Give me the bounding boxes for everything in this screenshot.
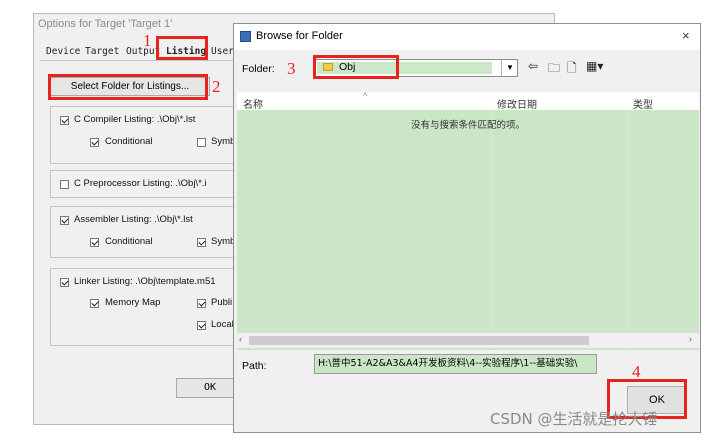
c-compiler-checkbox[interactable] bbox=[60, 116, 69, 125]
folder-list-view[interactable]: 名称 ^ 修改日期 类型 没有与搜索条件匹配的项。 bbox=[237, 91, 699, 350]
c-symbols-checkbox[interactable] bbox=[197, 138, 206, 147]
column-modified-date[interactable]: 修改日期 bbox=[497, 96, 537, 111]
column-name[interactable]: 名称 bbox=[243, 96, 263, 111]
folder-label: Folder: bbox=[242, 63, 275, 75]
asm-symbols-label: Symb bbox=[211, 236, 236, 247]
back-arrow-icon[interactable]: ⇦ bbox=[528, 59, 538, 73]
chevron-down-icon[interactable]: ▼ bbox=[501, 60, 518, 76]
local-symbols-label: Local bbox=[211, 319, 234, 330]
c-preprocessor-group: C Preprocessor Listing: .\Obj\*.i bbox=[50, 170, 236, 198]
c-compiler-group: C Compiler Listing: .\Obj\*.lst Conditio… bbox=[50, 106, 236, 164]
public-symbols-checkbox[interactable] bbox=[197, 299, 206, 308]
asm-conditional-checkbox[interactable] bbox=[90, 238, 99, 247]
empty-list-message: 没有与搜索条件匹配的项。 bbox=[410, 120, 525, 131]
c-compiler-label: C Compiler Listing: .\Obj\*.lst bbox=[74, 114, 196, 125]
scroll-right-icon[interactable]: › bbox=[689, 334, 692, 344]
browse-dialog-titlebar: Browse for Folder × bbox=[234, 24, 700, 50]
close-icon[interactable]: × bbox=[682, 28, 690, 43]
assembler-group: Assembler Listing: .\Obj\*.lst Condition… bbox=[50, 206, 236, 258]
annotation-number-2: 2 bbox=[212, 77, 221, 96]
path-label: Path: bbox=[242, 360, 267, 372]
c-symbols-label: Symb bbox=[211, 136, 236, 147]
horizontal-scrollbar[interactable]: ‹ › bbox=[237, 332, 699, 348]
annotation-number-4: 4 bbox=[632, 362, 641, 381]
column-separator bbox=[491, 110, 492, 350]
c-preprocessor-checkbox[interactable] bbox=[60, 180, 69, 189]
browse-dialog-title: Browse for Folder bbox=[256, 30, 343, 42]
local-symbols-checkbox[interactable] bbox=[197, 321, 206, 330]
options-dialog-title: Options for Target 'Target 1' bbox=[38, 18, 173, 30]
assembler-checkbox[interactable] bbox=[60, 216, 69, 225]
c-preprocessor-label: C Preprocessor Listing: .\Obj\*.i bbox=[74, 178, 207, 189]
watermark: CSDN @生活就是抡大锤 bbox=[490, 410, 658, 428]
asm-conditional-label: Conditional bbox=[105, 236, 153, 247]
annotation-box-1 bbox=[156, 36, 208, 60]
asm-symbols-checkbox[interactable] bbox=[197, 238, 206, 247]
sort-indicator-icon: ^ bbox=[363, 91, 368, 101]
annotation-number-3: 3 bbox=[287, 59, 296, 78]
linker-label: Linker Listing: .\Obj\template.m51 bbox=[74, 276, 216, 287]
tab-user[interactable]: User bbox=[211, 44, 234, 60]
up-folder-icon[interactable]: 🗀 bbox=[548, 59, 560, 80]
tab-target[interactable]: Target bbox=[85, 44, 119, 60]
scrollbar-thumb[interactable] bbox=[249, 336, 589, 345]
window-app-icon bbox=[240, 31, 251, 42]
c-conditional-checkbox[interactable] bbox=[90, 138, 99, 147]
column-separator bbox=[627, 110, 628, 350]
tab-device[interactable]: Device bbox=[46, 44, 80, 60]
memory-map-checkbox[interactable] bbox=[90, 299, 99, 308]
scroll-left-icon[interactable]: ‹ bbox=[239, 334, 242, 344]
linker-group: Linker Listing: .\Obj\template.m51 Memor… bbox=[50, 268, 236, 346]
browse-folder-dialog: Browse for Folder × Folder: Obj ▼ ⇦ 🗀 🗋 … bbox=[233, 23, 701, 433]
linker-checkbox[interactable] bbox=[60, 278, 69, 287]
new-folder-icon[interactable]: 🗋 bbox=[567, 59, 577, 80]
c-conditional-label: Conditional bbox=[105, 136, 153, 147]
public-symbols-label: Publi bbox=[211, 297, 233, 308]
assembler-label: Assembler Listing: .\Obj\*.lst bbox=[74, 214, 193, 225]
column-type[interactable]: 类型 bbox=[633, 96, 653, 111]
annotation-box-3 bbox=[313, 55, 399, 79]
annotation-box-2 bbox=[48, 74, 208, 100]
view-menu-icon[interactable]: ▦▾ bbox=[586, 59, 603, 73]
memory-map-label: Memory Map bbox=[105, 297, 161, 308]
list-header: 名称 ^ 修改日期 类型 bbox=[237, 91, 699, 111]
path-field[interactable]: H:\普中51-A2&A3&A4开发板资料\4--实验程序\1--基础实验\ bbox=[314, 354, 597, 374]
annotation-number-1: 1 bbox=[143, 31, 152, 50]
